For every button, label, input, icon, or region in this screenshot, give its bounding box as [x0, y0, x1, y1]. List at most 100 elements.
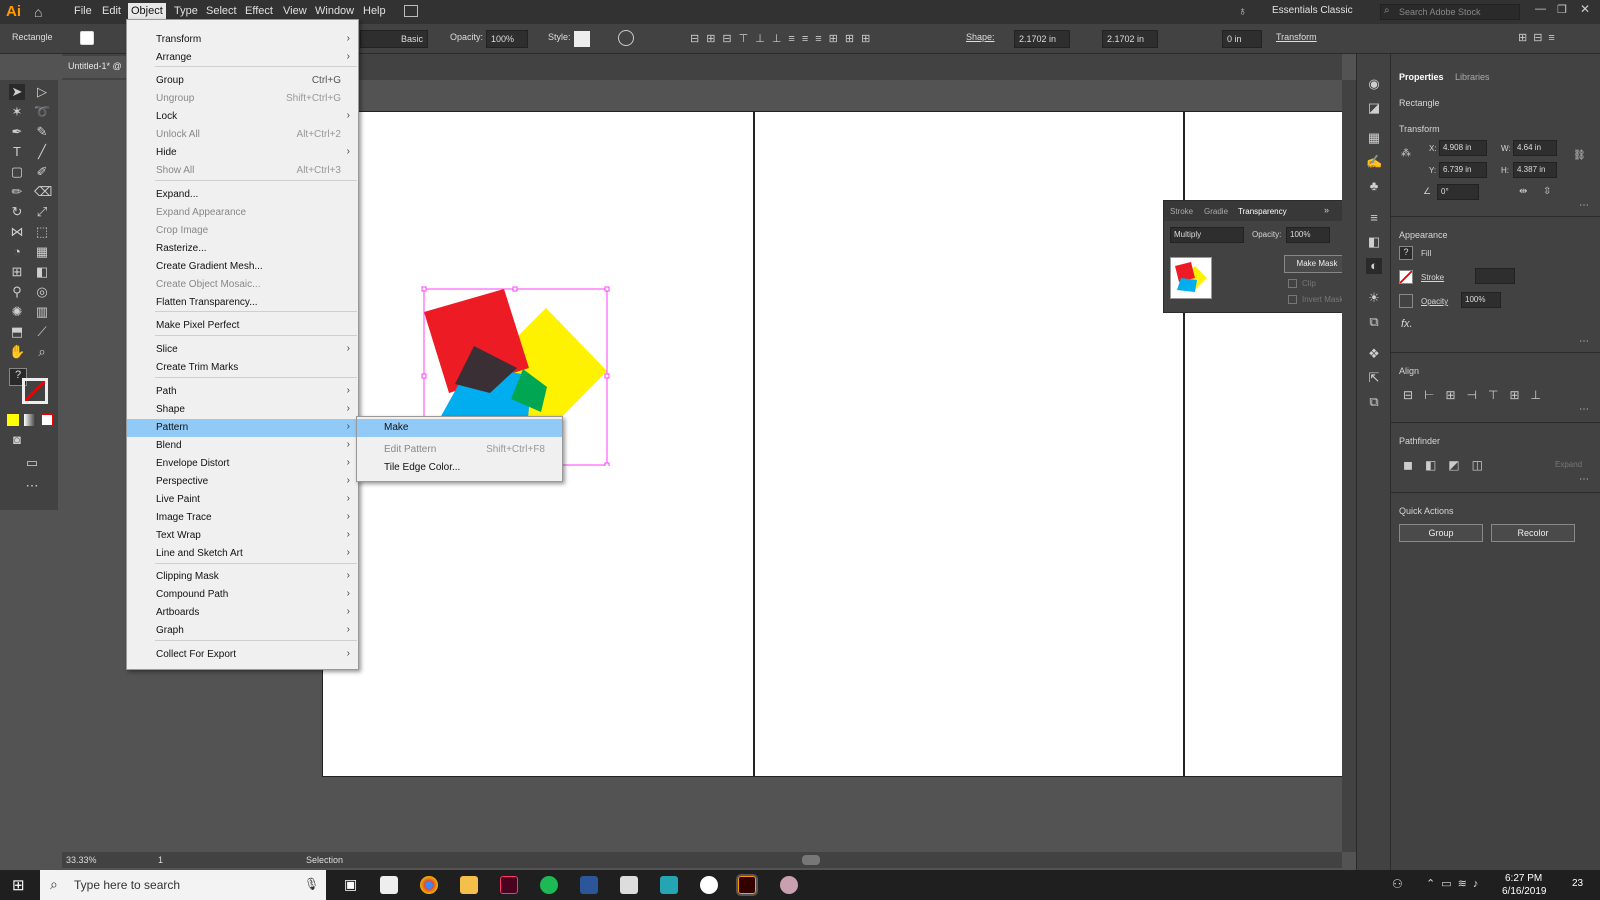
menu-item-artboards[interactable]: Artboards ›	[127, 604, 358, 622]
maya-icon[interactable]	[660, 876, 678, 894]
line-tool-icon[interactable]: ╱	[34, 144, 50, 160]
handle[interactable]	[421, 373, 427, 379]
home-icon[interactable]: ⌂	[34, 4, 50, 20]
w-input[interactable]: 4.64 in	[1513, 140, 1557, 156]
pen-tool-icon[interactable]: ✒	[9, 124, 25, 140]
menu-item-create-object-mosaic[interactable]: Create Object Mosaic...	[127, 276, 358, 294]
expand-button[interactable]: Expand	[1555, 460, 1582, 469]
pathfinder-buttons-icon[interactable]: ◼◧◩◫	[1403, 458, 1495, 472]
layers-panel-icon[interactable]: ❖	[1366, 346, 1382, 362]
menu-item-lock[interactable]: Lock ›	[127, 108, 358, 126]
artboard-2[interactable]	[754, 111, 1184, 777]
menu-item-expand-appearance[interactable]: Expand Appearance	[127, 204, 358, 222]
menu-item-pattern[interactable]: Pattern ›	[127, 419, 358, 437]
menu-item-compound-path[interactable]: Compound Path ›	[127, 586, 358, 604]
group-button[interactable]: Group	[1399, 524, 1483, 542]
menu-item-live-paint[interactable]: Live Paint ›	[127, 491, 358, 509]
handle[interactable]	[604, 462, 610, 466]
submenu-item-tile-edge-color[interactable]: Tile Edge Color...	[357, 459, 562, 477]
asset-export-panel-icon[interactable]: ⇱	[1366, 370, 1382, 386]
more-tools-icon[interactable]: ⋯	[22, 478, 42, 494]
submenu-item-edit-pattern[interactable]: Edit Pattern Shift+Ctrl+F8	[357, 441, 562, 459]
curvature-tool-icon[interactable]: ✎	[34, 124, 50, 140]
gradient-mode-icon[interactable]	[24, 414, 36, 426]
blend-tool-icon[interactable]: ◎	[34, 284, 50, 300]
vectorworks-icon[interactable]	[700, 876, 718, 894]
shape-builder-tool-icon[interactable]: ◔	[9, 244, 25, 260]
menu-item-crop-image[interactable]: Crop Image	[127, 222, 358, 240]
close-icon[interactable]: ✕	[1580, 2, 1590, 16]
fill-swatch-icon[interactable]	[80, 31, 94, 45]
menu-item-expand[interactable]: Expand...	[127, 186, 358, 204]
zoom-level[interactable]: 33.33%	[66, 855, 97, 865]
magic-wand-tool-icon[interactable]: ✶	[9, 104, 25, 120]
flip-vertical-icon[interactable]: ⇳	[1543, 186, 1551, 197]
people-icon[interactable]: ⚇	[1392, 877, 1403, 891]
swatches-panel-icon[interactable]: ▦	[1366, 130, 1382, 146]
fx-button[interactable]: fx.	[1401, 318, 1413, 330]
properties-panel-icon[interactable]: ◉	[1366, 76, 1382, 92]
tab-properties[interactable]: Properties	[1399, 72, 1444, 82]
h-input[interactable]: 4.387 in	[1513, 162, 1557, 178]
gradient-panel-icon[interactable]: ◧	[1366, 234, 1382, 250]
lasso-tool-icon[interactable]: ➰	[34, 104, 50, 120]
minimize-icon[interactable]: —	[1535, 3, 1546, 15]
shape-height-input[interactable]: 2.1702 in	[1102, 30, 1158, 48]
graphic-styles-panel-icon[interactable]: ⧉	[1366, 314, 1382, 330]
artboard-tool-icon[interactable]: ⬒	[9, 324, 25, 340]
gradient-tool-icon[interactable]: ◧	[34, 264, 50, 280]
handle[interactable]	[604, 286, 610, 292]
menu-file[interactable]: File	[72, 5, 94, 17]
menu-item-flatten-transparency[interactable]: Flatten Transparency...	[127, 294, 358, 312]
libraries-panel-icon[interactable]: ◪	[1366, 100, 1382, 116]
indesign-icon[interactable]	[500, 876, 518, 894]
recolor-button[interactable]: Recolor	[1491, 524, 1575, 542]
artboard-number[interactable]: 1	[158, 855, 163, 865]
artboards-panel-icon[interactable]: ⧉	[1366, 394, 1382, 410]
spotify-icon[interactable]	[540, 876, 558, 894]
constrain-proportions-icon[interactable]: ⛓	[1573, 150, 1586, 161]
mesh-tool-icon[interactable]: ⊞	[9, 264, 25, 280]
vertical-scrollbar[interactable]	[1342, 80, 1356, 852]
menu-item-envelope-distort[interactable]: Envelope Distort ›	[127, 455, 358, 473]
arrange-documents-icon[interactable]	[404, 5, 418, 17]
reference-point-icon[interactable]: ⁂	[1401, 148, 1411, 159]
menu-item-slice[interactable]: Slice ›	[127, 341, 358, 359]
opacity-input[interactable]: 100%	[486, 30, 528, 48]
menu-item-hide[interactable]: Hide ›	[127, 144, 358, 162]
opacity-input[interactable]: 100%	[1461, 292, 1501, 308]
submenu-item-make[interactable]: Make	[357, 419, 562, 437]
eraser-tool-icon[interactable]: ⌫	[34, 184, 52, 200]
zoom-tool-icon[interactable]: ⌕	[34, 344, 50, 360]
maximize-icon[interactable]: ❐	[1557, 3, 1567, 16]
menu-help[interactable]: Help	[361, 5, 388, 17]
menu-window[interactable]: Window	[313, 5, 356, 17]
menu-item-show-all[interactable]: Show All Alt+Ctrl+3	[127, 162, 358, 180]
corner-radius-input[interactable]: 0 in	[1222, 30, 1262, 48]
word-icon[interactable]	[580, 876, 598, 894]
menu-item-transform[interactable]: Transform ›	[127, 31, 358, 49]
stroke-label[interactable]: Stroke	[1421, 273, 1444, 282]
opacity-label[interactable]: Opacity	[1421, 297, 1448, 306]
appearance-panel-icon[interactable]: ☀	[1366, 290, 1382, 306]
brushes-panel-icon[interactable]: ✍	[1366, 154, 1382, 170]
menu-effect[interactable]: Effect	[243, 5, 275, 17]
menu-item-clipping-mask[interactable]: Clipping Mask ›	[127, 568, 358, 586]
symbols-panel-icon[interactable]: ♣	[1366, 178, 1382, 194]
system-tray-icons[interactable]: ⌃▭≋♪	[1426, 877, 1484, 890]
none-mode-icon[interactable]	[41, 414, 53, 426]
clip-checkbox[interactable]	[1288, 279, 1297, 288]
tab-transparency[interactable]: Transparency	[1238, 207, 1287, 216]
object-thumbnail[interactable]	[1170, 257, 1212, 299]
y-input[interactable]: 6.739 in	[1439, 162, 1487, 178]
menu-item-make-pixel-perfect[interactable]: Make Pixel Perfect	[127, 317, 358, 335]
menu-type[interactable]: Type	[172, 5, 200, 17]
shaper-tool-icon[interactable]: ✏	[9, 184, 25, 200]
task-view-icon[interactable]: ▣	[344, 876, 357, 893]
rectangle-tool-icon[interactable]: ▢	[9, 164, 25, 180]
file-explorer-icon[interactable]	[460, 876, 478, 894]
menu-item-collect-for-export[interactable]: Collect For Export ›	[127, 646, 358, 664]
status-text[interactable]: Selection	[306, 855, 343, 865]
invert-mask-checkbox[interactable]	[1288, 295, 1297, 304]
menu-item-graph[interactable]: Graph ›	[127, 622, 358, 640]
